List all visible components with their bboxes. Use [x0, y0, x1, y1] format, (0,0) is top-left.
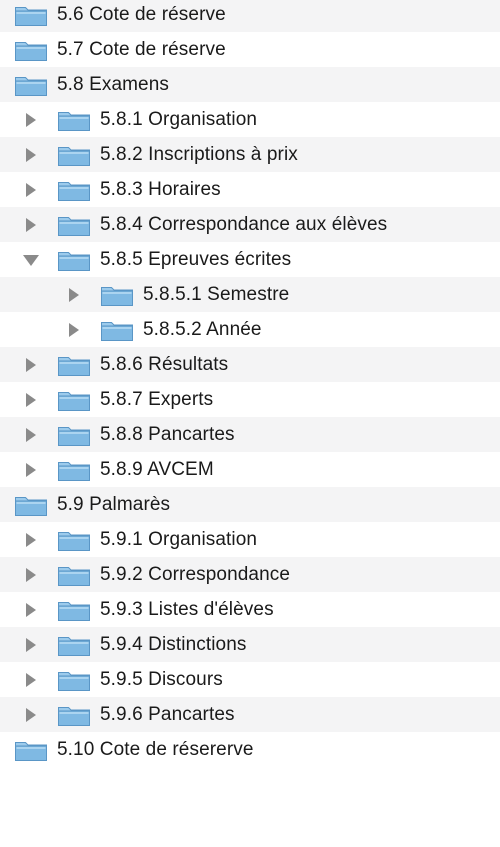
- tree-row[interactable]: 5.6 Cote de réserve: [0, 0, 500, 32]
- tree-row[interactable]: 5.9.1 Organisation: [0, 522, 500, 557]
- folder-icon: [57, 563, 91, 587]
- triangle-right-icon[interactable]: [21, 110, 41, 130]
- tree-row[interactable]: 5.9.2 Correspondance: [0, 557, 500, 592]
- tree-row[interactable]: 5.9.4 Distinctions: [0, 627, 500, 662]
- tree-row[interactable]: 5.8.4 Correspondance aux élèves: [0, 207, 500, 242]
- triangle-right-icon[interactable]: [21, 145, 41, 165]
- folder-icon: [57, 423, 91, 447]
- tree-row-label: 5.8.4 Correspondance aux élèves: [100, 213, 388, 235]
- tree-row-label: 5.8.8 Pancartes: [100, 423, 235, 445]
- tree-row-label: 5.9 Palmarès: [57, 493, 171, 515]
- tree-row-label: 5.6 Cote de réserve: [57, 3, 226, 25]
- triangle-right-icon[interactable]: [21, 460, 41, 480]
- tree-row-label: 5.9.3 Listes d'élèves: [100, 598, 274, 620]
- tree-row-label: 5.7 Cote de réserve: [57, 38, 226, 60]
- tree-row[interactable]: 5.8.9 AVCEM: [0, 452, 500, 487]
- tree-row-label: 5.8.1 Organisation: [100, 108, 258, 130]
- folder-icon: [57, 108, 91, 132]
- folder-icon: [57, 353, 91, 377]
- triangle-down-icon[interactable]: [21, 250, 41, 270]
- tree-row[interactable]: 5.8.5.2 Année: [0, 312, 500, 347]
- tree-row-label: 5.8.3 Horaires: [100, 178, 221, 200]
- tree-row[interactable]: 5.8.8 Pancartes: [0, 417, 500, 452]
- triangle-right-icon[interactable]: [21, 565, 41, 585]
- folder-icon: [14, 73, 48, 97]
- folder-icon: [57, 633, 91, 657]
- triangle-right-icon[interactable]: [21, 425, 41, 445]
- folder-icon: [57, 143, 91, 167]
- tree-row-label: 5.8.2 Inscriptions à prix: [100, 143, 298, 165]
- tree-row[interactable]: 5.7 Cote de réserve: [0, 32, 500, 67]
- tree-row[interactable]: 5.8.2 Inscriptions à prix: [0, 137, 500, 172]
- triangle-right-icon[interactable]: [21, 215, 41, 235]
- tree-row[interactable]: 5.8.7 Experts: [0, 382, 500, 417]
- tree-row[interactable]: 5.8.3 Horaires: [0, 172, 500, 207]
- triangle-right-icon[interactable]: [21, 355, 41, 375]
- folder-icon: [14, 38, 48, 62]
- triangle-right-icon[interactable]: [21, 390, 41, 410]
- tree-row-label: 5.9.2 Correspondance: [100, 563, 291, 585]
- triangle-right-icon[interactable]: [21, 670, 41, 690]
- tree-row[interactable]: 5.8.1 Organisation: [0, 102, 500, 137]
- tree-row-label: 5.8.9 AVCEM: [100, 458, 214, 480]
- folder-icon: [57, 703, 91, 727]
- triangle-right-icon[interactable]: [21, 635, 41, 655]
- tree-row[interactable]: 5.9 Palmarès: [0, 487, 500, 522]
- tree-row[interactable]: 5.9.6 Pancartes: [0, 697, 500, 732]
- tree-row[interactable]: 5.8.5.1 Semestre: [0, 277, 500, 312]
- folder-icon: [57, 178, 91, 202]
- folder-icon: [100, 318, 134, 342]
- tree-row-label: 5.8.5.2 Année: [143, 318, 262, 340]
- tree-row-label: 5.9.4 Distinctions: [100, 633, 247, 655]
- tree-row[interactable]: 5.9.3 Listes d'élèves: [0, 592, 500, 627]
- tree-row[interactable]: 5.8 Examens: [0, 67, 500, 102]
- tree-row-label: 5.9.6 Pancartes: [100, 703, 235, 725]
- triangle-right-icon[interactable]: [64, 320, 84, 340]
- folder-icon: [14, 3, 48, 27]
- tree-row-label: 5.8.5 Epreuves écrites: [100, 248, 292, 270]
- tree-row[interactable]: 5.9.5 Discours: [0, 662, 500, 697]
- triangle-right-icon[interactable]: [64, 285, 84, 305]
- folder-icon: [14, 738, 48, 762]
- folder-icon: [57, 598, 91, 622]
- tree-row-label: 5.8.5.1 Semestre: [143, 283, 290, 305]
- tree-row-label: 5.10 Cote de résererve: [57, 738, 254, 760]
- folder-icon: [14, 493, 48, 517]
- triangle-right-icon[interactable]: [21, 180, 41, 200]
- folder-icon: [57, 213, 91, 237]
- triangle-right-icon[interactable]: [21, 705, 41, 725]
- tree-row-label: 5.8.7 Experts: [100, 388, 214, 410]
- folder-icon: [57, 248, 91, 272]
- tree-row[interactable]: 5.10 Cote de résererve: [0, 732, 500, 767]
- triangle-right-icon[interactable]: [21, 530, 41, 550]
- tree-row-label: 5.8 Examens: [57, 73, 169, 95]
- tree-row-label: 5.8.6 Résultats: [100, 353, 229, 375]
- folder-icon: [100, 283, 134, 307]
- folder-icon: [57, 388, 91, 412]
- triangle-right-icon[interactable]: [21, 600, 41, 620]
- tree-row-label: 5.9.1 Organisation: [100, 528, 258, 550]
- tree-row[interactable]: 5.8.6 Résultats: [0, 347, 500, 382]
- folder-icon: [57, 668, 91, 692]
- tree-row-label: 5.9.5 Discours: [100, 668, 223, 690]
- folder-icon: [57, 458, 91, 482]
- folder-tree: 5.6 Cote de réserve 5.7 Cote de réserve …: [0, 0, 500, 847]
- folder-icon: [57, 528, 91, 552]
- tree-row[interactable]: 5.8.5 Epreuves écrites: [0, 242, 500, 277]
